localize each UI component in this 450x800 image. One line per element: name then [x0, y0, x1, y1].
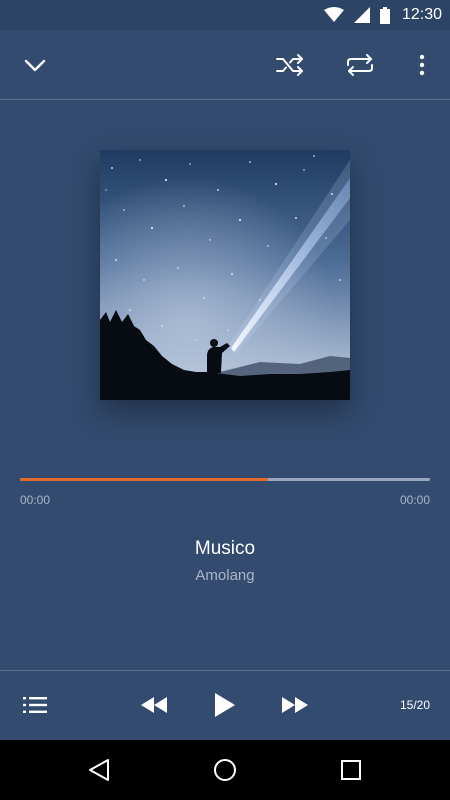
queue-button[interactable]: [12, 670, 58, 740]
chevron-down-icon: [24, 59, 46, 72]
nav-recents-button[interactable]: [321, 740, 381, 800]
progress-fill: [20, 478, 269, 481]
nav-back-button[interactable]: [69, 740, 129, 800]
more-vert-icon: [419, 54, 425, 76]
progress-bar[interactable]: [20, 478, 430, 481]
toolbar-divider: [0, 99, 450, 100]
fast-forward-button[interactable]: [273, 670, 317, 740]
nav-home-button[interactable]: [195, 740, 255, 800]
fast-forward-icon: [282, 697, 308, 713]
home-icon: [214, 759, 236, 781]
play-button[interactable]: [203, 670, 247, 740]
elapsed-time: 00:00: [20, 493, 51, 507]
collapse-button[interactable]: [11, 30, 59, 100]
shuffle-icon: [276, 54, 303, 76]
track-counter: 15/20: [399, 698, 430, 712]
player-toolbar: [0, 30, 450, 100]
album-art-image: [100, 150, 350, 400]
play-icon: [215, 693, 235, 717]
track-artist: Amolang: [195, 567, 255, 584]
wifi-icon: [323, 7, 344, 22]
rewind-icon: [141, 697, 167, 713]
back-icon: [89, 759, 109, 781]
recents-icon: [341, 760, 361, 780]
status-time: 12:30: [401, 6, 442, 23]
repeat-icon: [347, 54, 373, 76]
more-options-button[interactable]: [398, 30, 446, 100]
rewind-button[interactable]: [132, 670, 176, 740]
album-art: [100, 150, 350, 400]
total-duration: 00:00: [399, 493, 430, 507]
playback-controls: 15/20: [0, 670, 450, 740]
shuffle-button[interactable]: [266, 30, 314, 100]
track-title: Musico: [194, 538, 256, 559]
status-icons: 12:30: [323, 0, 442, 30]
battery-icon: [379, 6, 390, 24]
status-bar: 12:30: [0, 0, 450, 30]
signal-icon: [353, 7, 370, 23]
queue-list-icon: [23, 697, 47, 713]
navigation-bar: [0, 740, 450, 800]
repeat-button[interactable]: [336, 30, 384, 100]
